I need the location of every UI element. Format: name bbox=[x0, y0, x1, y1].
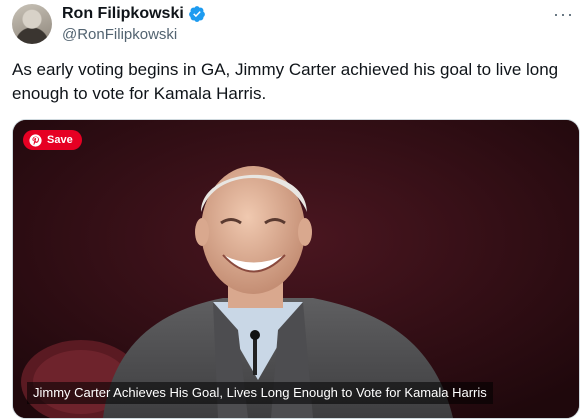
pinterest-save-button[interactable]: Save bbox=[23, 130, 82, 150]
tweet-card[interactable]: Ron Filipkowski @RonFilipkowski ··· As e… bbox=[0, 0, 588, 419]
verified-badge-icon bbox=[188, 6, 205, 22]
save-button-label: Save bbox=[47, 134, 73, 146]
more-options-icon[interactable]: ··· bbox=[553, 4, 574, 25]
media-caption: Jimmy Carter Achieves His Goal, Lives Lo… bbox=[27, 382, 493, 404]
author-block: Ron Filipkowski @RonFilipkowski bbox=[62, 4, 206, 43]
author-name[interactable]: Ron Filipkowski bbox=[62, 5, 184, 23]
author-name-row: Ron Filipkowski bbox=[62, 4, 206, 24]
pinterest-icon bbox=[29, 133, 42, 147]
tweet-media[interactable]: Save Jimmy Carter Achieves His Goal, Liv… bbox=[12, 119, 580, 419]
jimmy-carter-photo bbox=[13, 120, 579, 418]
tweet-text: As early voting begins in GA, Jimmy Cart… bbox=[12, 60, 559, 103]
author-avatar[interactable] bbox=[12, 4, 52, 44]
author-handle[interactable]: @RonFilipkowski bbox=[62, 26, 206, 43]
